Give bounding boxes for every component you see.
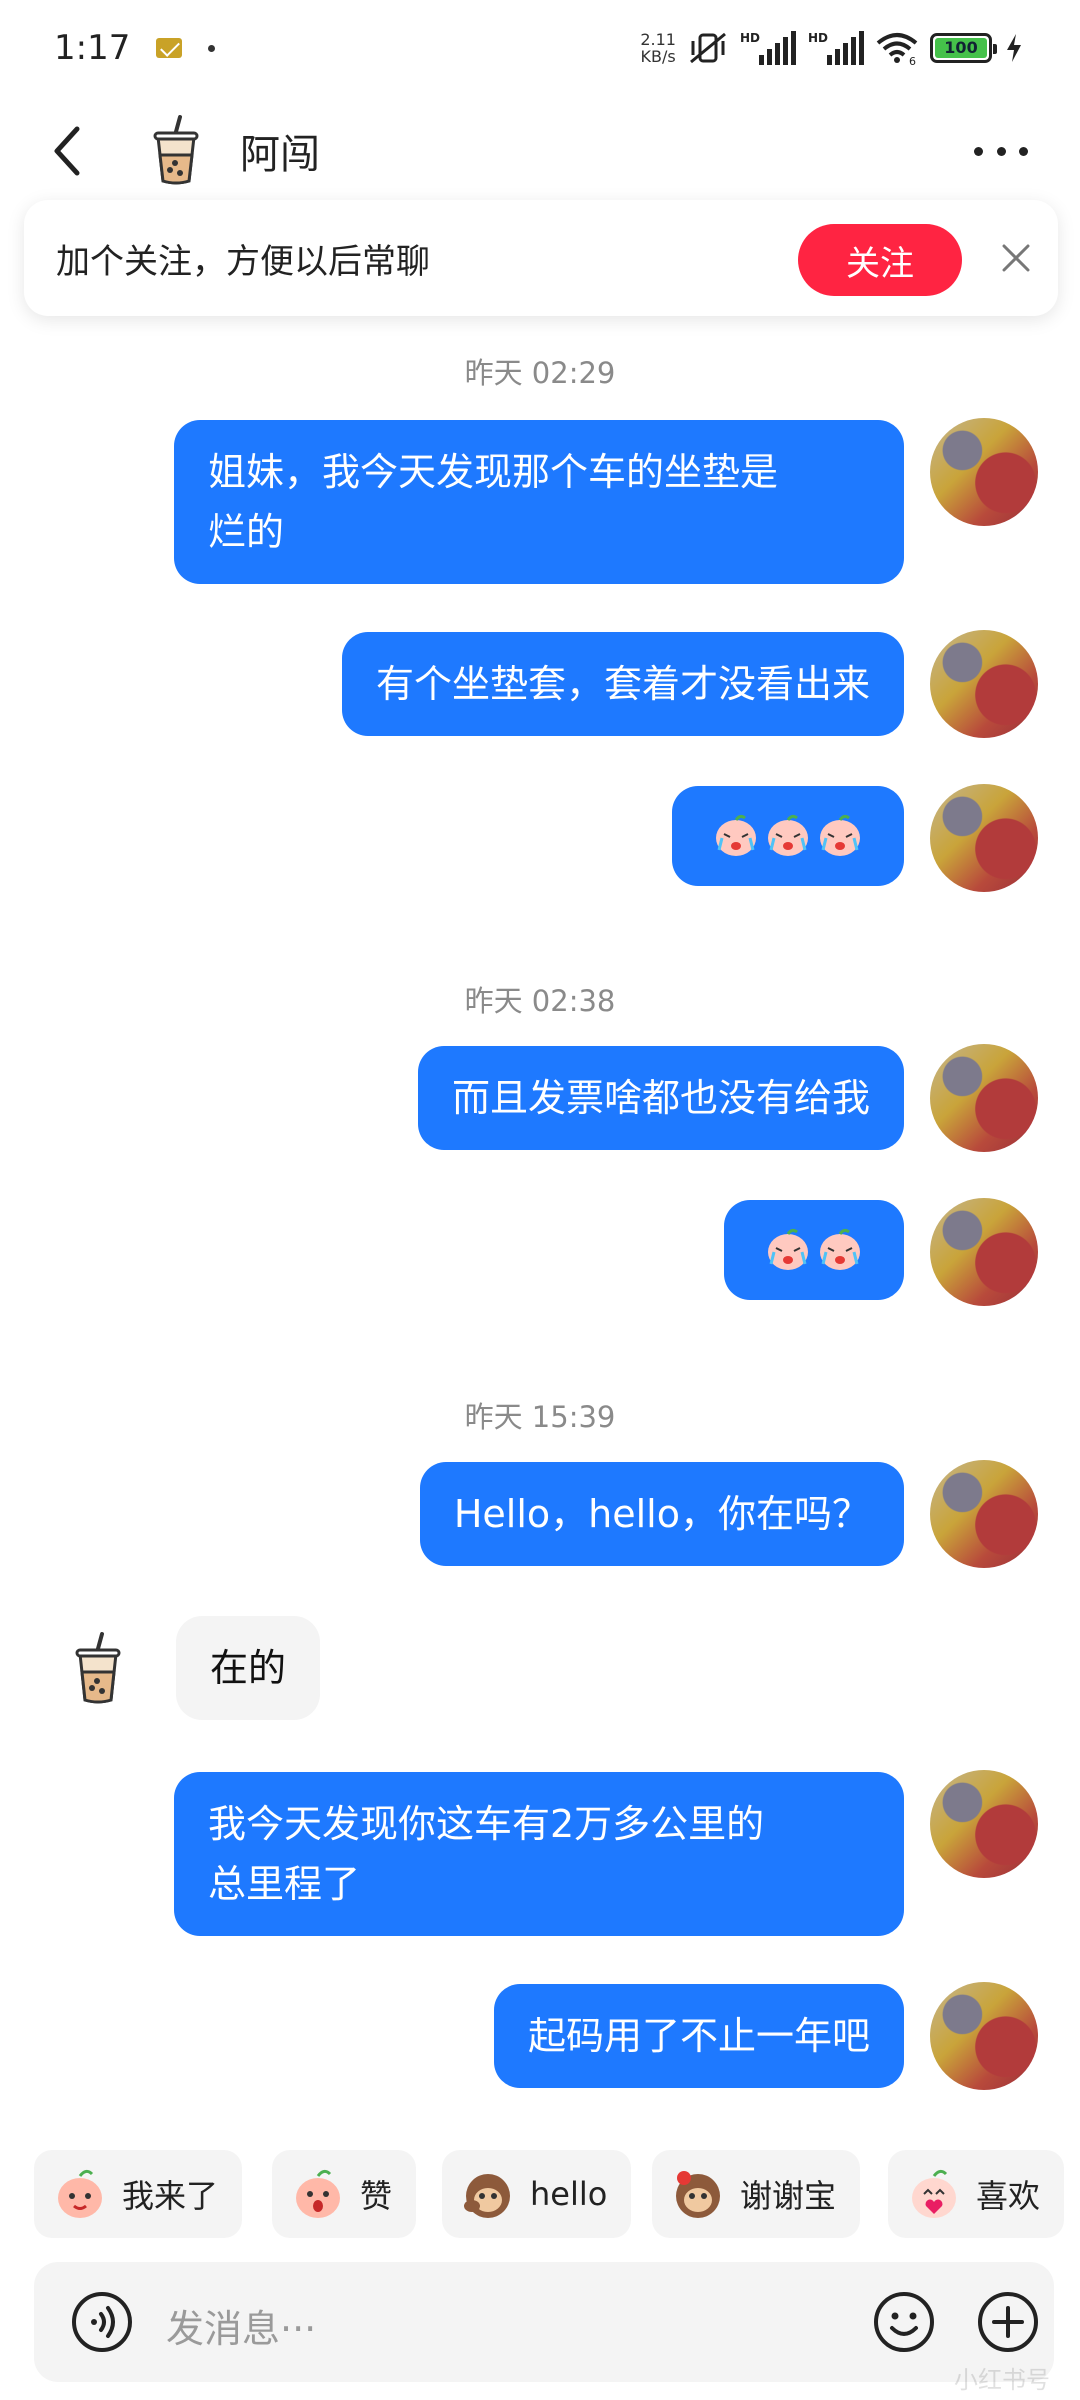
message-line: 姐妹，我今天发现那个车的坐垫是: [208, 450, 779, 494]
charging-icon: [1007, 34, 1021, 62]
voice-input-icon[interactable]: [70, 2290, 134, 2354]
hd-label-1: HD: [739, 31, 760, 45]
quick-reply-label: 赞: [360, 2177, 393, 2215]
more-options-button[interactable]: [966, 126, 1036, 176]
contact-message-avatar[interactable]: [66, 1632, 130, 1706]
love-peach-icon: [912, 2169, 956, 2218]
message-input-bar: 发消息···: [34, 2262, 1054, 2382]
crying-face-icon: [820, 1228, 860, 1270]
thankful-monkey-icon: [676, 2171, 720, 2218]
quick-reply-bar: 我来了 赞 hello 谢谢宝 喜欢: [0, 2150, 1080, 2240]
network-speed: 2.11 KB/s: [640, 31, 676, 65]
surprised-peach-icon: [296, 2169, 340, 2218]
contact-avatar[interactable]: [140, 115, 212, 187]
message-input[interactable]: 发消息···: [166, 2298, 316, 2353]
status-time: 1:17: [54, 28, 131, 68]
follow-banner-text: 加个关注，方便以后常聊: [56, 241, 430, 282]
follow-banner: 加个关注，方便以后常聊 关注: [24, 200, 1058, 316]
follow-button[interactable]: 关注: [798, 224, 962, 296]
chevron-left-icon: [54, 126, 80, 176]
outgoing-message[interactable]: 而且发票啥都也没有给我: [417, 1046, 904, 1150]
message-line: 总里程了: [208, 1862, 361, 1906]
mail-notification-icon: [156, 38, 183, 58]
battery-icon: 100: [930, 33, 997, 63]
quick-reply-label: 谢谢宝: [740, 2177, 837, 2215]
signal-2-icon: HD: [808, 31, 864, 65]
back-button[interactable]: [32, 116, 102, 186]
watermark: 小红书号: [954, 2366, 1050, 2394]
emoji-picker-icon[interactable]: [872, 2290, 936, 2354]
my-avatar[interactable]: [930, 784, 1038, 892]
hd-label-2: HD: [807, 31, 828, 45]
quick-reply-label: hello: [530, 2175, 608, 2213]
my-avatar[interactable]: [930, 1044, 1038, 1152]
quick-reply-chip[interactable]: 谢谢宝: [652, 2150, 861, 2238]
close-banner-icon[interactable]: [996, 238, 1036, 278]
quick-reply-chip[interactable]: 我来了: [34, 2150, 243, 2238]
signal-1-icon: HD: [740, 31, 796, 65]
crying-face-icon: [716, 814, 756, 856]
wifi-icon: 6: [876, 33, 918, 65]
incoming-message[interactable]: 在的: [176, 1616, 321, 1720]
outgoing-message[interactable]: Hello，hello，你在吗？: [419, 1462, 904, 1566]
waving-peach-icon: [58, 2169, 102, 2218]
timestamp: 昨天 15:39: [464, 1400, 616, 1434]
outgoing-message[interactable]: 姐妹，我今天发现那个车的坐垫是 烂的: [174, 420, 904, 584]
more-notifications-dot: [208, 44, 216, 52]
outgoing-message[interactable]: 我今天发现你这车有2万多公里的 总里程了: [174, 1772, 904, 1936]
outgoing-sticker-message[interactable]: [724, 1200, 904, 1300]
my-avatar[interactable]: [930, 418, 1038, 526]
vibrate-off-icon: [690, 32, 726, 64]
timestamp: 昨天 02:38: [464, 984, 616, 1018]
my-avatar[interactable]: [930, 1198, 1038, 1306]
monkey-icon: [464, 2174, 510, 2218]
battery-level: 100: [935, 38, 987, 58]
add-attachment-icon[interactable]: [976, 2290, 1040, 2354]
network-speed-unit: KB/s: [640, 47, 676, 66]
timestamp: 昨天 02:29: [464, 356, 616, 390]
my-avatar[interactable]: [930, 1770, 1038, 1878]
my-avatar[interactable]: [930, 1460, 1038, 1568]
crying-face-icon: [768, 814, 808, 856]
more-dot-1: [974, 146, 983, 156]
network-speed-value: 2.11: [640, 30, 676, 49]
status-bar: 1:17 2.11 KB/s HD HD 6 100: [0, 0, 1080, 96]
quick-reply-label: 我来了: [122, 2177, 219, 2215]
contact-name: 阿闯: [240, 132, 320, 178]
outgoing-message[interactable]: 起码用了不止一年吧: [493, 1984, 904, 2088]
crying-face-icon: [820, 814, 860, 856]
quick-reply-chip[interactable]: 喜欢: [888, 2150, 1065, 2238]
crying-face-icon: [768, 1228, 808, 1270]
more-dot-3: [1019, 146, 1028, 156]
chat-header: 阿闯: [0, 96, 1080, 206]
message-line: 我今天发现你这车有2万多公里的: [208, 1802, 765, 1846]
quick-reply-chip[interactable]: hello: [442, 2150, 632, 2238]
quick-reply-chip[interactable]: 赞: [272, 2150, 417, 2238]
message-line: 烂的: [208, 510, 285, 554]
more-dot-2: [996, 146, 1006, 156]
outgoing-sticker-message[interactable]: [672, 786, 904, 886]
my-avatar[interactable]: [930, 630, 1038, 738]
my-avatar[interactable]: [930, 1982, 1038, 2090]
quick-reply-label: 喜欢: [976, 2177, 1041, 2215]
wifi-label: 6: [909, 55, 916, 65]
outgoing-message[interactable]: 有个坐垫套，套着才没看出来: [341, 632, 904, 736]
